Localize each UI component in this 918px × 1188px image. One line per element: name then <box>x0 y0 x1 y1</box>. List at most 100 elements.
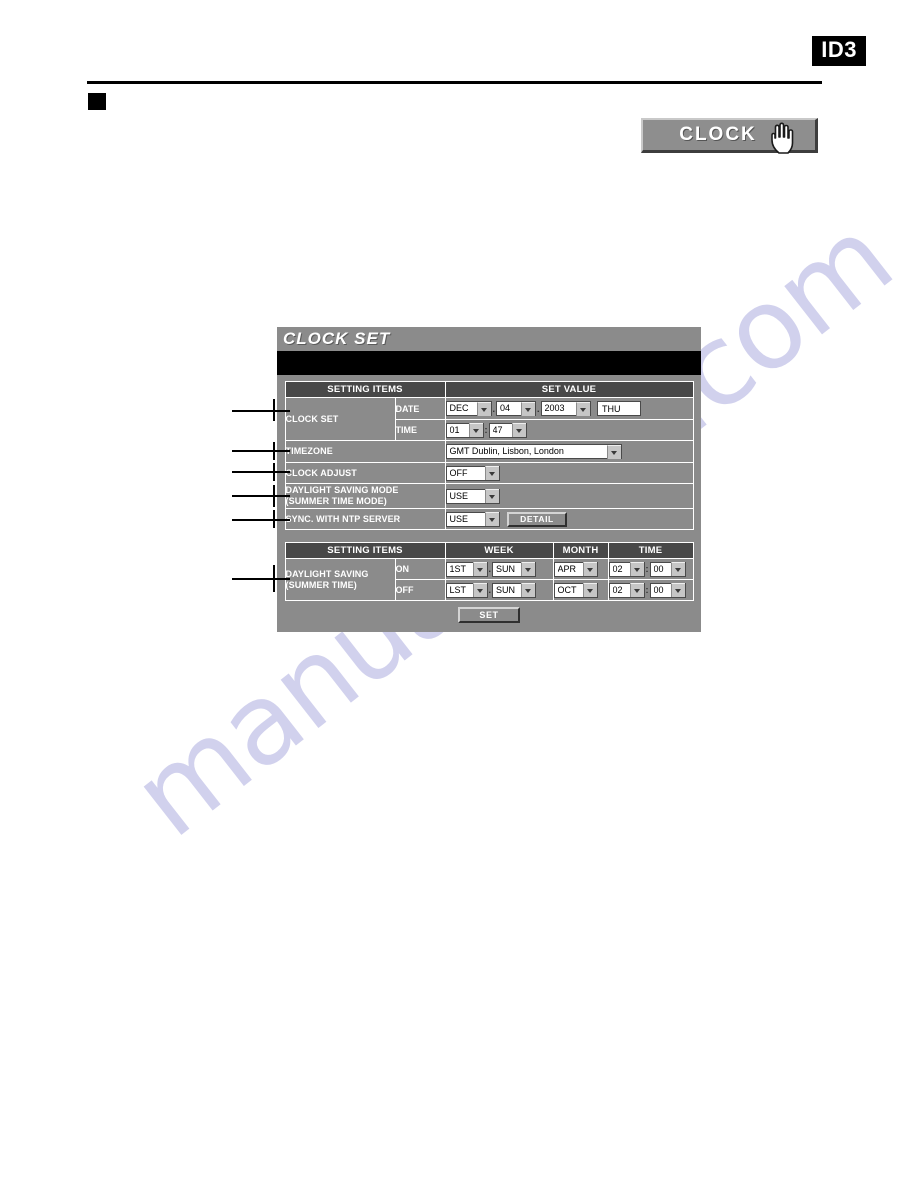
dst-off-hour-value: 02 <box>612 584 623 595</box>
dst-off-month-select[interactable]: OCT <box>553 582 598 598</box>
dst-cell-week-off: LST . SUN <box>444 579 554 601</box>
callout-stub-dst-table <box>273 565 275 592</box>
daylight-saving-table: SETTING ITEMS WEEK MONTH TIME DAYLIGHT S… <box>284 542 694 601</box>
dst-on-hour-value: 02 <box>612 563 623 574</box>
date-year-select[interactable]: 2003 <box>540 401 591 416</box>
section-bullet-square <box>88 93 106 110</box>
date-day-value: 04 <box>500 403 511 413</box>
dst-off-minute-select[interactable]: 00 <box>649 582 686 598</box>
chevron-down-icon <box>629 583 644 597</box>
dst-on-hour-select[interactable]: 02 <box>608 561 645 577</box>
date-month-value: DEC <box>449 403 469 413</box>
date-day-select[interactable]: 04 <box>496 401 537 416</box>
cell-daylight-saving-mode-value: USE <box>444 483 694 509</box>
daylight-saving-mode-value: USE <box>449 490 469 501</box>
dst-off-week-day-value: SUN <box>496 584 516 595</box>
table-row-clock-set-date: CLOCK SET DATE DEC . 04 . 2003 THU <box>284 397 694 441</box>
dst-label-line1: DAYLIGHT SAVING <box>285 568 369 579</box>
dst-off-hour-select[interactable]: 02 <box>608 582 645 598</box>
set-button-container: SET <box>277 601 701 624</box>
dst-on-week-day-value: SUN <box>496 563 516 574</box>
chevron-down-icon <box>468 423 483 437</box>
clock-tab-label: CLOCK <box>679 124 757 145</box>
dst-off-week-day-select[interactable]: SUN <box>492 582 537 598</box>
sublabel-time: TIME <box>394 419 446 441</box>
dst-off-week-ordinal-select[interactable]: LST <box>445 582 488 598</box>
dst-header-time: TIME <box>607 542 694 559</box>
chevron-down-icon <box>606 444 621 459</box>
clock-adjust-value: OFF <box>449 467 468 478</box>
chevron-down-icon <box>575 401 590 416</box>
daylight-saving-mode-select[interactable]: USE <box>445 488 500 504</box>
row-label-daylight-saving-mode: DAYLIGHT SAVING MODE (SUMMER TIME MODE) <box>284 483 446 509</box>
clock-set-panel: CLOCK SET SETTING ITEMS SET VALUE CLOCK … <box>277 327 701 632</box>
table-row-clock-adjust: CLOCK ADJUST OFF <box>284 462 694 484</box>
callout-stub-sync-ntp <box>273 510 275 528</box>
time-hour-value: 01 <box>449 424 460 435</box>
dst-sublabel-on: ON <box>394 558 446 580</box>
date-year-value: 2003 <box>544 403 565 413</box>
timezone-select[interactable]: GMT Dublin, Lisbon, London <box>445 444 622 459</box>
callout-stub-clock-adjust <box>273 463 275 481</box>
callout-line-timezone <box>232 450 290 452</box>
dst-label-line2: (SUMMER TIME) <box>285 579 357 590</box>
dst-mode-label-line1: DAYLIGHT SAVING MODE <box>285 485 399 495</box>
dst-cell-month-off: OCT <box>552 579 609 601</box>
date-month-select[interactable]: DEC <box>445 401 492 416</box>
ntp-detail-button[interactable]: DETAIL <box>507 511 568 527</box>
dst-cell-week-on: 1ST . SUN <box>444 558 554 580</box>
dst-on-week-day-select[interactable]: SUN <box>492 561 537 577</box>
dst-mode-label-line2: (SUMMER TIME MODE) <box>285 496 387 506</box>
chevron-down-icon <box>670 583 685 597</box>
cell-time-value: 01 : 47 <box>444 419 694 441</box>
dst-table-row-on: DAYLIGHT SAVING (SUMMER TIME) ON 1ST . S… <box>284 558 694 601</box>
callout-stub-timezone <box>273 442 275 460</box>
dst-on-week-ordinal-select[interactable]: 1ST <box>445 561 488 577</box>
chevron-down-icon <box>670 562 685 576</box>
row-label-timezone: TIMEZONE <box>284 440 446 463</box>
dst-row-label: DAYLIGHT SAVING (SUMMER TIME) <box>284 558 396 601</box>
chevron-down-icon <box>472 562 487 576</box>
row-label-clock-set: CLOCK SET <box>284 397 396 441</box>
clock-adjust-select[interactable]: OFF <box>445 465 500 481</box>
callout-line-clock-adjust <box>232 471 290 473</box>
chevron-down-icon <box>521 583 536 597</box>
timezone-value: GMT Dublin, Lisbon, London <box>449 446 564 456</box>
chevron-down-icon <box>511 423 526 437</box>
table-header-row: SETTING ITEMS SET VALUE <box>284 381 694 398</box>
dst-on-minute-select[interactable]: 00 <box>649 561 686 577</box>
table-row-daylight-saving-mode: DAYLIGHT SAVING MODE (SUMMER TIME MODE) … <box>284 483 694 509</box>
table-row-timezone: TIMEZONE GMT Dublin, Lisbon, London <box>284 440 694 463</box>
cell-date-value: DEC . 04 . 2003 THU <box>444 397 694 420</box>
set-button[interactable]: SET <box>458 606 520 623</box>
chevron-down-icon <box>521 562 536 576</box>
dst-header-setting-items: SETTING ITEMS <box>284 542 446 559</box>
header-setting-items: SETTING ITEMS <box>284 381 446 398</box>
chevron-down-icon <box>484 512 499 526</box>
time-hour-select[interactable]: 01 <box>445 422 484 438</box>
time-minute-select[interactable]: 47 <box>488 422 527 438</box>
dst-on-month-select[interactable]: APR <box>553 561 598 577</box>
dst-header-month: MONTH <box>552 542 609 559</box>
date-weekday-field[interactable]: THU <box>597 401 642 416</box>
cell-clock-adjust-value: OFF <box>444 462 694 484</box>
table-row-sync-ntp: SYNC. WITH NTP SERVER USE DETAIL <box>284 508 694 530</box>
chevron-down-icon <box>582 562 597 576</box>
time-minute-value: 47 <box>492 424 503 435</box>
dst-off-month-value: OCT <box>557 584 577 595</box>
row-label-clock-adjust: CLOCK ADJUST <box>284 462 446 484</box>
dst-table-header-row: SETTING ITEMS WEEK MONTH TIME <box>284 542 694 559</box>
cell-sync-ntp-value: USE DETAIL <box>444 508 694 530</box>
callout-line-sync-ntp <box>232 519 290 521</box>
hand-pointer-icon <box>768 122 798 154</box>
dst-cell-time-on: 02 : 00 <box>607 558 694 580</box>
dst-off-week-ordinal-value: LST <box>449 584 467 595</box>
callout-line-dst-table <box>232 578 290 580</box>
dst-header-week: WEEK <box>444 542 554 559</box>
sync-ntp-value: USE <box>449 513 469 524</box>
sublabel-date: DATE <box>394 397 446 420</box>
clock-tab-button[interactable]: CLOCK <box>641 118 818 154</box>
sync-ntp-select[interactable]: USE <box>445 511 500 527</box>
dst-on-minute-value: 00 <box>653 563 664 574</box>
callout-line-clock-set <box>232 410 290 412</box>
